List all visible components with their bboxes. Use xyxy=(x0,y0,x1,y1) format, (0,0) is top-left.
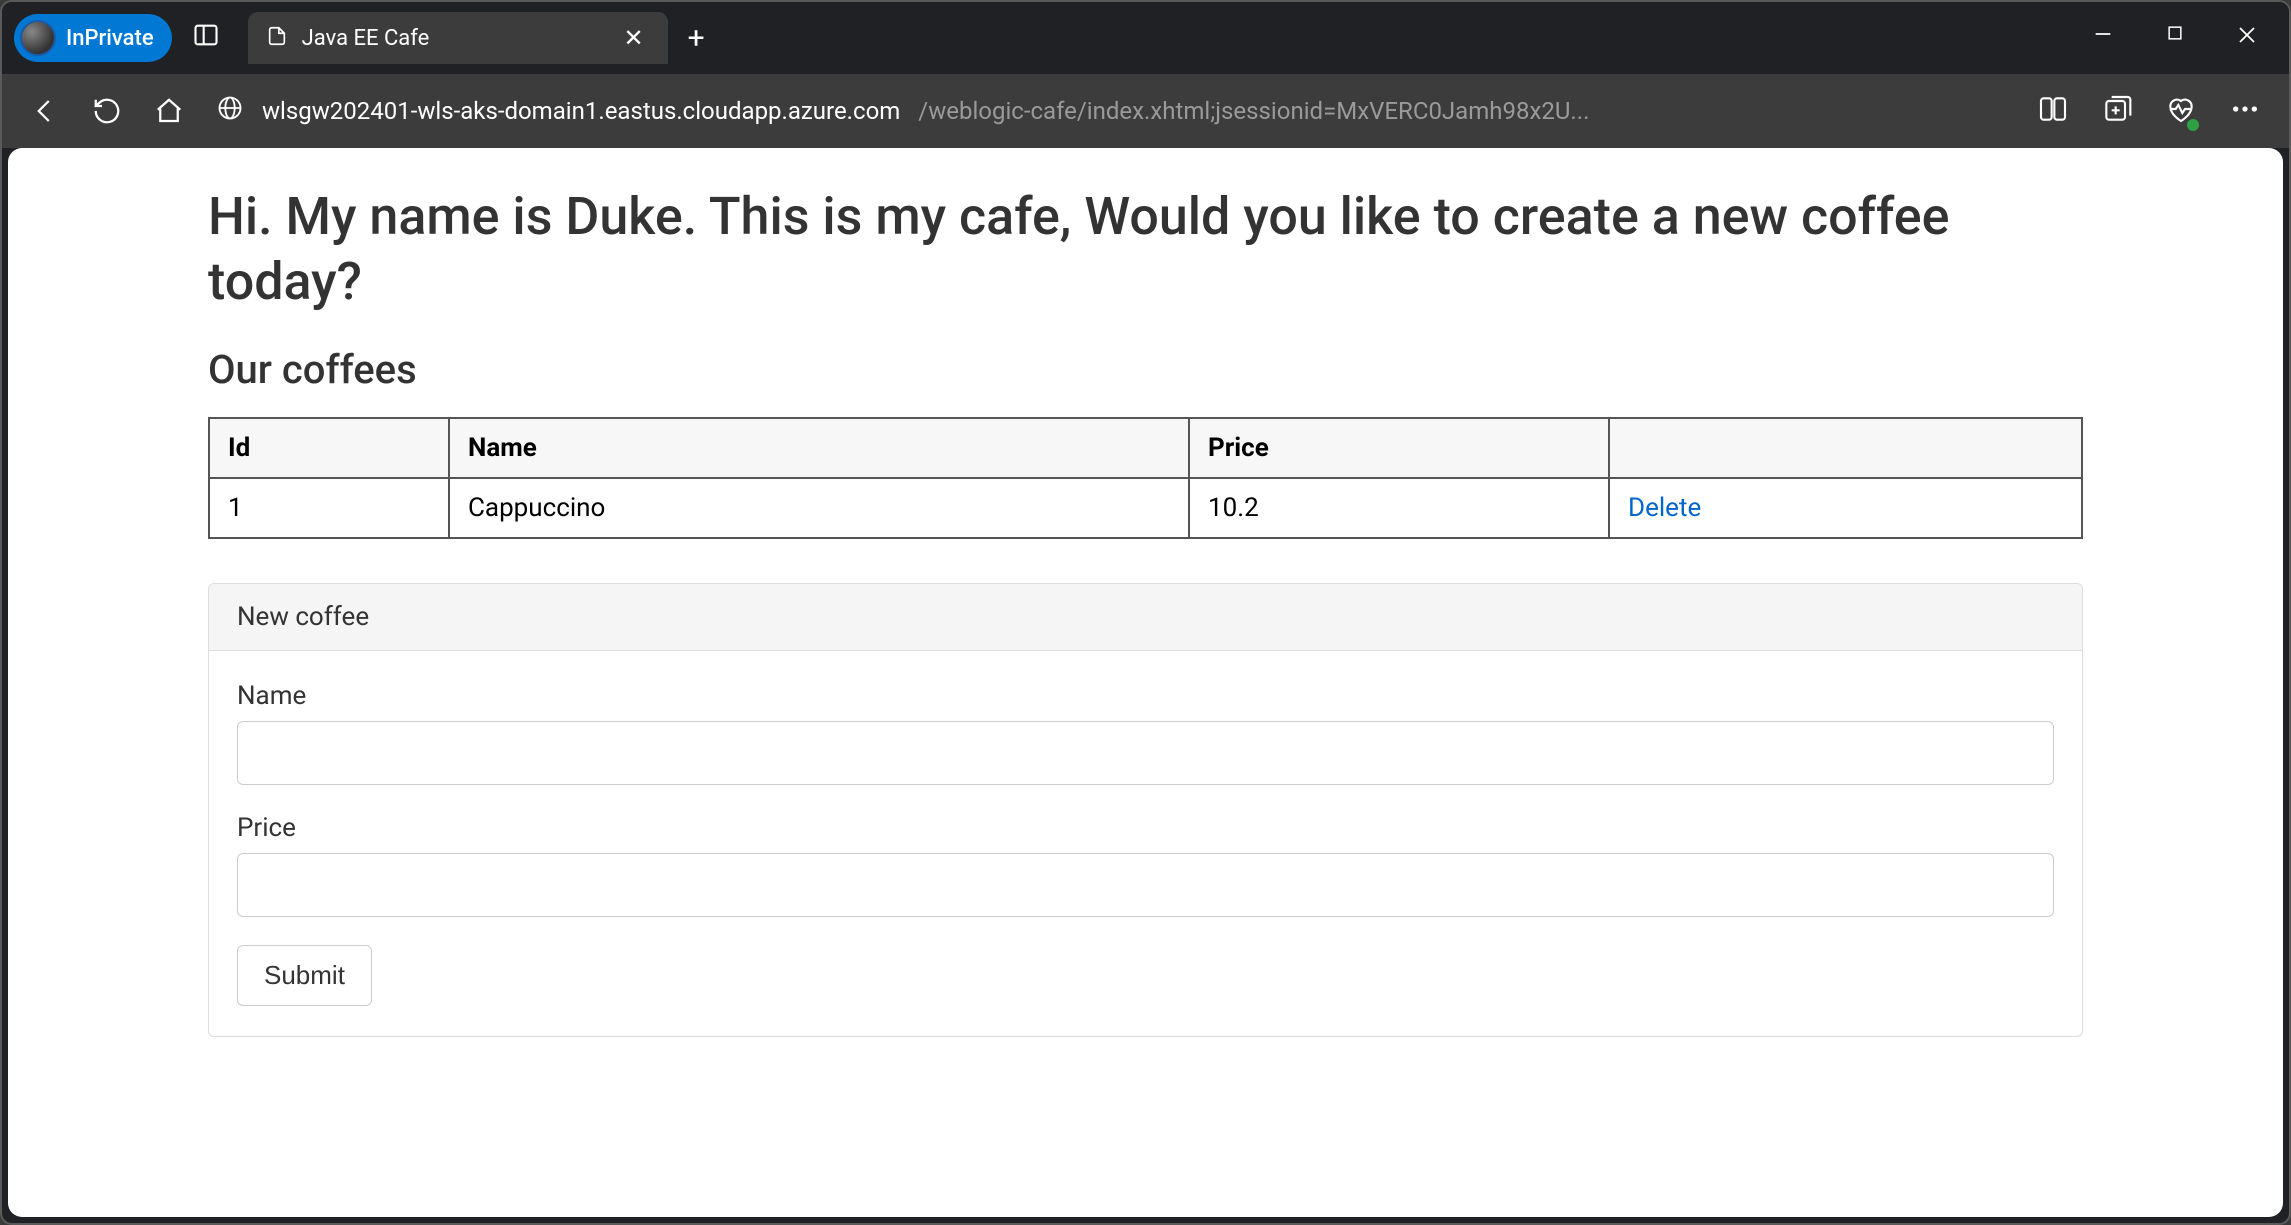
refresh-button[interactable] xyxy=(92,96,122,126)
address-bar[interactable]: wlsgw202401-wls-aks-domain1.eastus.cloud… xyxy=(216,94,2005,128)
url-host: wlsgw202401-wls-aks-domain1.eastus.cloud… xyxy=(262,97,900,125)
table-row: 1 Cappuccino 10.2 Delete xyxy=(209,478,2082,538)
maximize-button[interactable] xyxy=(2155,23,2195,53)
tab-close-icon[interactable]: ✕ xyxy=(618,24,650,52)
price-input[interactable] xyxy=(237,853,2054,917)
inprivate-label: InPrivate xyxy=(66,26,154,51)
col-header-price: Price xyxy=(1189,418,1609,478)
toolbar: wlsgw202401-wls-aks-domain1.eastus.cloud… xyxy=(2,74,2289,148)
split-screen-icon[interactable] xyxy=(2037,93,2069,129)
settings-menu-icon[interactable] xyxy=(2229,93,2261,129)
minimize-button[interactable] xyxy=(2083,23,2123,53)
window-controls xyxy=(2083,23,2267,53)
submit-button[interactable]: Submit xyxy=(237,945,372,1006)
col-header-name: Name xyxy=(449,418,1189,478)
site-info-icon[interactable] xyxy=(216,94,244,128)
tab-title: Java EE Cafe xyxy=(302,26,604,51)
inprivate-badge[interactable]: InPrivate xyxy=(14,14,172,62)
new-tab-button[interactable]: + xyxy=(688,21,705,56)
col-header-action xyxy=(1609,418,2082,478)
browser-essentials-icon[interactable] xyxy=(2165,93,2197,129)
name-input[interactable] xyxy=(237,721,2054,785)
url-path: /weblogic-cafe/index.xhtml;jsessionid=Mx… xyxy=(918,97,1589,125)
delete-link[interactable]: Delete xyxy=(1628,493,1701,523)
price-label: Price xyxy=(237,813,2054,843)
table-header-row: Id Name Price xyxy=(209,418,2082,478)
tab-actions-icon[interactable] xyxy=(192,21,220,56)
avatar-icon xyxy=(20,20,56,56)
section-title: Our coffees xyxy=(208,346,2083,393)
page-title: Hi. My name is Duke. This is my cafe, Wo… xyxy=(208,184,2083,314)
cell-id: 1 xyxy=(209,478,449,538)
page-content: Hi. My name is Duke. This is my cafe, Wo… xyxy=(8,148,2283,1217)
browser-tab[interactable]: Java EE Cafe ✕ xyxy=(248,12,668,64)
titlebar: InPrivate Java EE Cafe ✕ + xyxy=(2,2,2289,74)
cell-price: 10.2 xyxy=(1189,478,1609,538)
panel-title: New coffee xyxy=(209,584,2082,651)
close-window-button[interactable] xyxy=(2227,23,2267,53)
col-header-id: Id xyxy=(209,418,449,478)
new-coffee-panel: New coffee Name Price Submit xyxy=(208,583,2083,1037)
page-icon xyxy=(266,25,288,52)
coffee-table: Id Name Price 1 Cappuccino 10.2 Delete xyxy=(208,417,2083,539)
back-button[interactable] xyxy=(30,96,60,126)
browser-window: InPrivate Java EE Cafe ✕ + xyxy=(0,0,2291,1225)
collections-icon[interactable] xyxy=(2101,93,2133,129)
name-label: Name xyxy=(237,681,2054,711)
cell-name: Cappuccino xyxy=(449,478,1189,538)
home-button[interactable] xyxy=(154,96,184,126)
